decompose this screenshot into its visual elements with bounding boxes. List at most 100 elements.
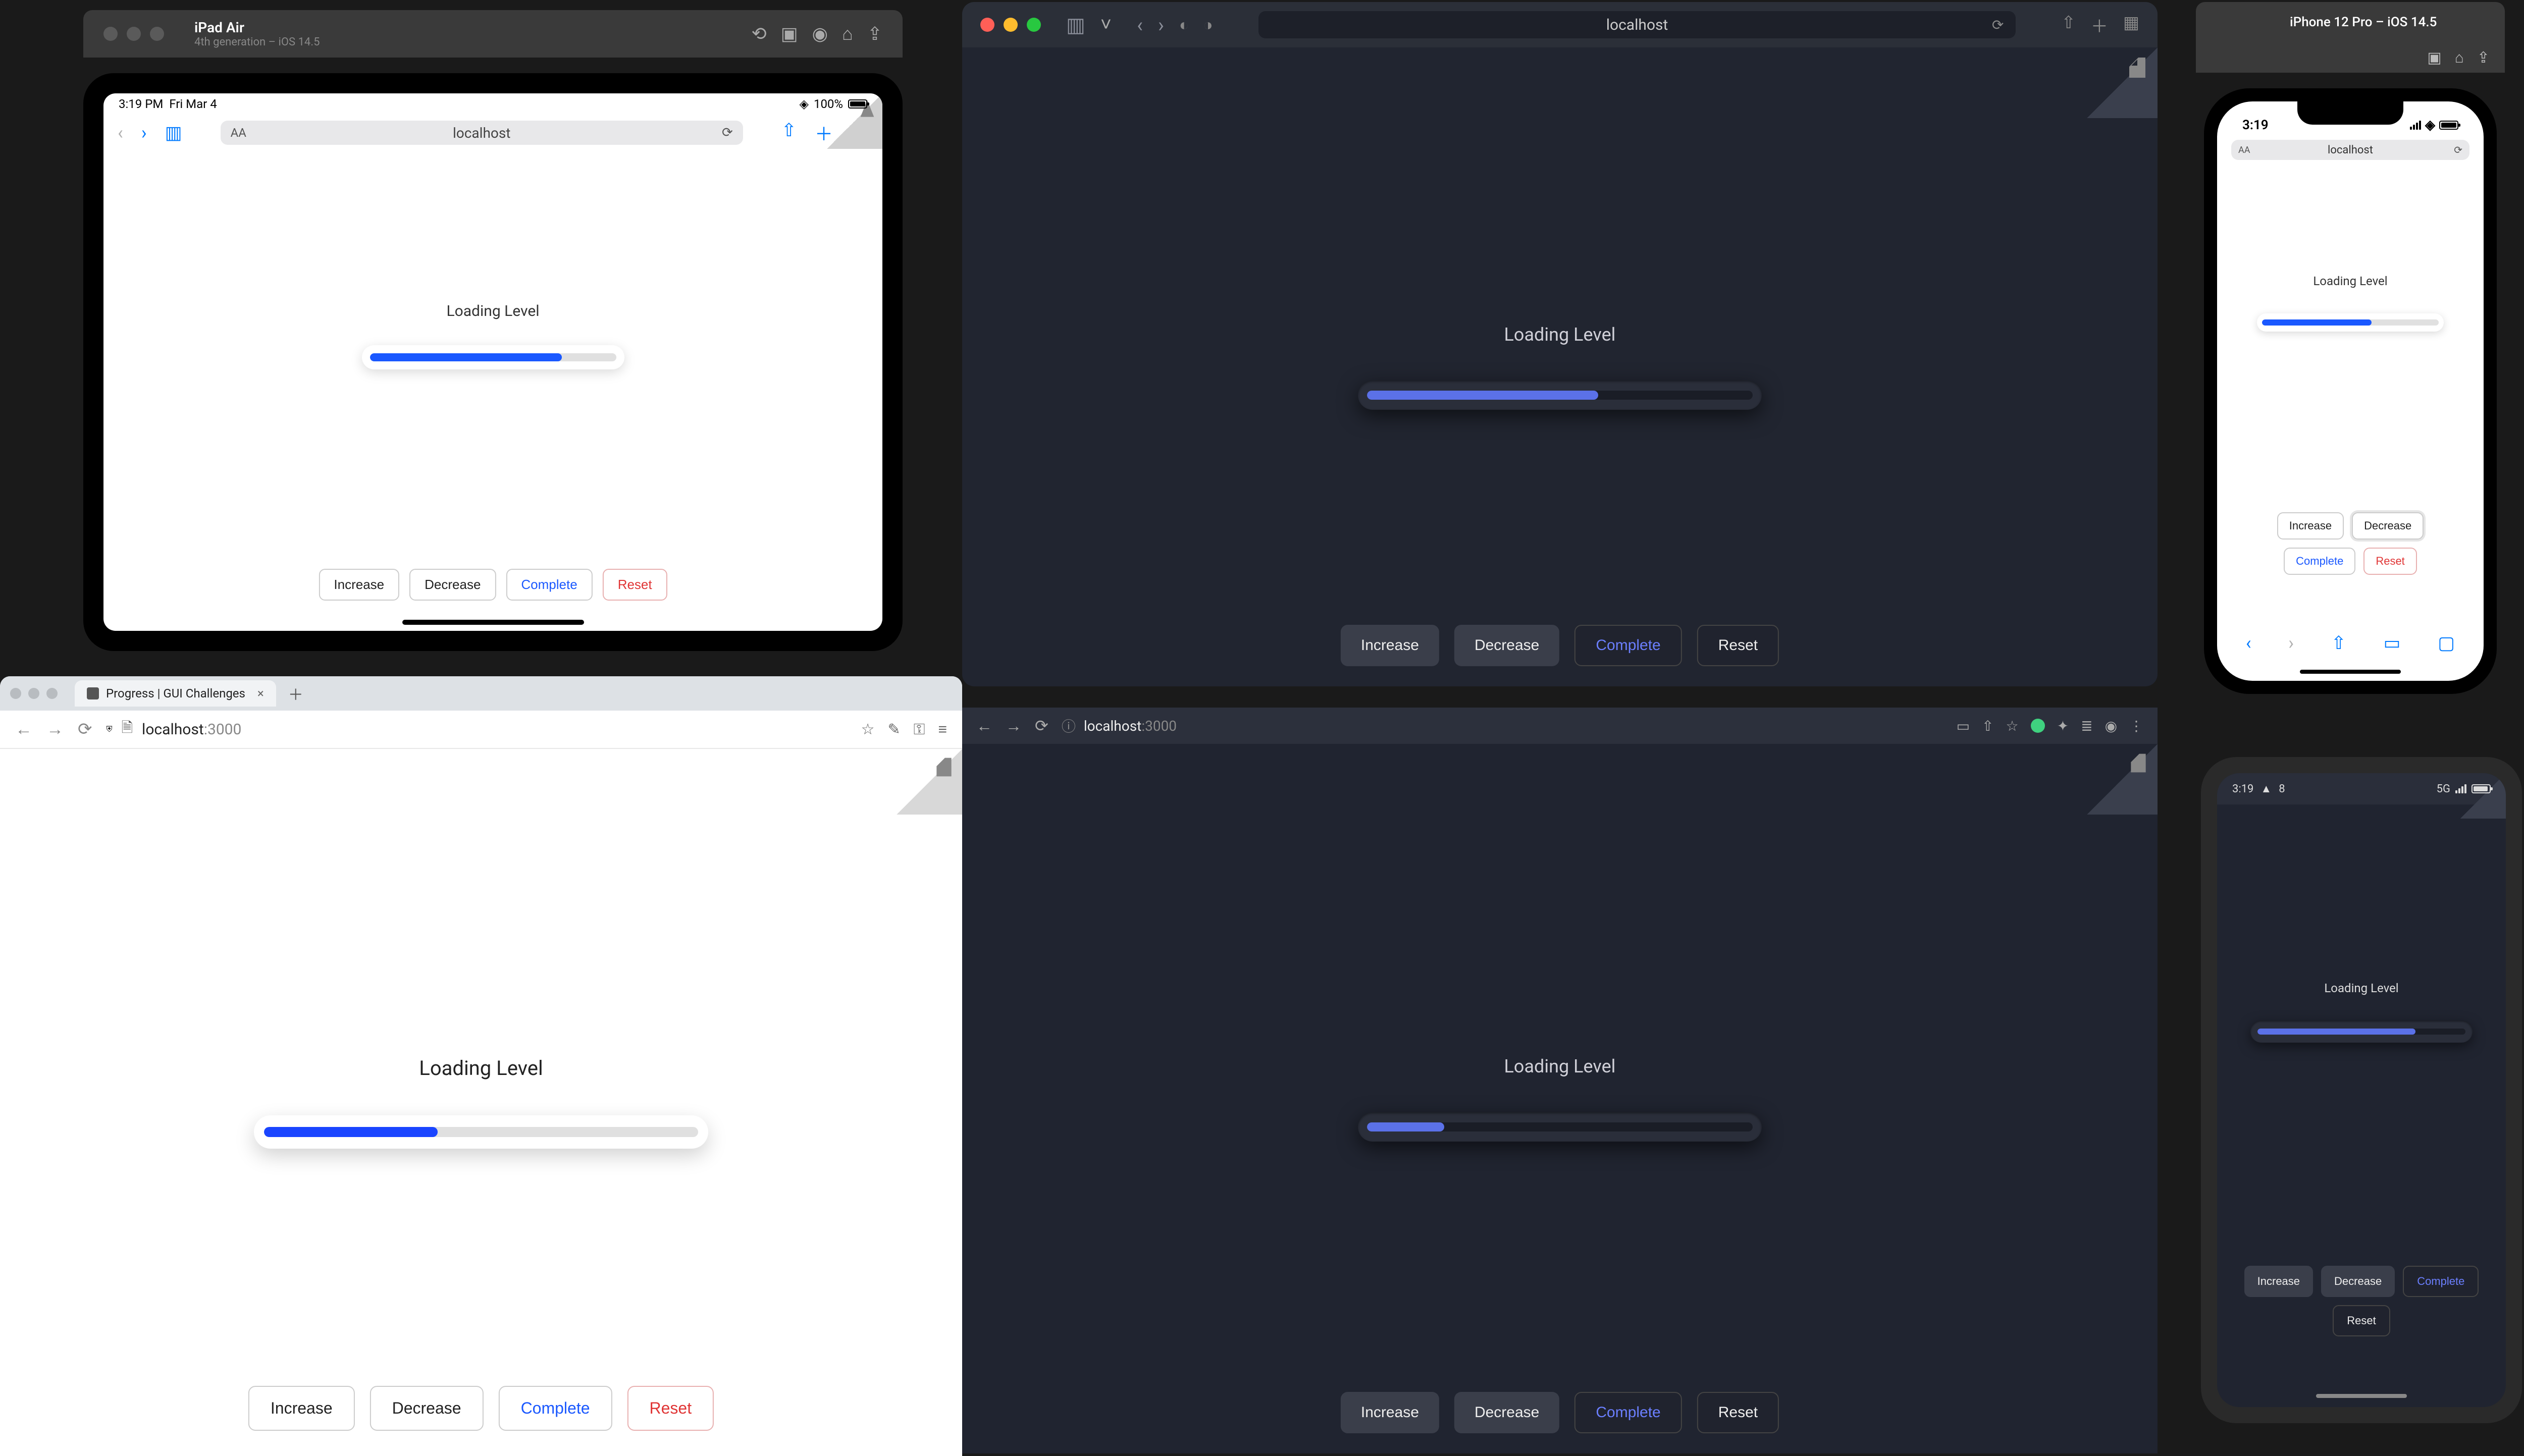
url-text: localhost [1606,16,1668,34]
decrease-button[interactable]: Decrease [370,1386,484,1431]
reset-button[interactable]: Reset [1697,625,1779,666]
aa-icon[interactable]: AA [231,126,246,140]
home-indicator[interactable] [2300,670,2401,674]
home-icon[interactable]: ⌂ [842,23,853,44]
decrease-button[interactable]: Decrease [2321,1266,2395,1297]
screen-icon[interactable]: ▭ [1957,718,1970,734]
address-bar[interactable]: localhost ⟳ [1258,11,2016,38]
tab-bar: Progress | GUI Challenges × ＋ [0,676,962,711]
share-icon[interactable]: ⇧ [2061,13,2076,37]
home-indicator[interactable] [402,620,584,625]
reload-icon[interactable]: ⟳ [2454,144,2462,156]
close-tab-icon[interactable]: × [257,686,264,700]
decrease-button[interactable]: Decrease [2352,512,2424,540]
address-bar[interactable]: AA localhost ⟳ [221,121,743,145]
address-bar[interactable]: AA localhost ⟳ [2231,140,2469,160]
increase-button[interactable]: Increase [2277,512,2344,540]
iphone-screen: 3:19 ◈ AA localhost ⟳ Loading Level Incr… [2217,101,2484,681]
safari-bottom-toolbar: ‹ › ⇧ ▭ ▢ [2217,625,2484,661]
extension-icon[interactable]: ✎ [888,721,901,738]
window-traffic-lights[interactable] [980,18,1041,32]
complete-button[interactable]: Complete [1574,625,1681,666]
reset-button[interactable]: Reset [2363,548,2416,575]
extension-a-icon[interactable] [2031,719,2045,733]
android-device-frame: 3:19 ▲ 8 5G Loading Level Increase Decre… [2201,757,2522,1423]
address-bar[interactable]: ⛨ 🗎 localhost:3000 [107,717,847,741]
star-icon[interactable]: ☆ [861,721,875,738]
progress-fill [370,353,562,361]
screenshot-icon[interactable]: ▣ [2427,49,2441,67]
list-icon[interactable]: ≣ [2081,718,2092,734]
forward-icon[interactable]: → [46,719,64,739]
browser-tab[interactable]: Progress | GUI Challenges × [75,680,276,707]
extensions-icon[interactable]: ✦ [2057,718,2069,734]
complete-button[interactable]: Complete [1574,1392,1681,1433]
record-icon[interactable]: ◉ [812,23,828,44]
complete-button[interactable]: Complete [506,569,592,601]
increase-button[interactable]: Increase [2244,1266,2313,1297]
share-icon[interactable]: ⇧ [1982,718,1993,734]
back-icon[interactable]: ← [15,719,32,739]
newtab-icon[interactable]: ＋ [2091,13,2108,37]
reset-button[interactable]: Reset [603,569,667,601]
rotate-icon[interactable]: ⇪ [867,23,882,44]
increase-button[interactable]: Increase [1341,625,1439,666]
window-traffic-lights[interactable] [10,688,58,699]
capture-icon[interactable]: ⟲ [751,23,766,44]
decrease-button[interactable]: Decrease [1454,1392,1559,1433]
menu-icon[interactable]: ≡ [938,721,947,738]
reset-button[interactable]: Reset [627,1386,714,1431]
increase-button[interactable]: Increase [248,1386,355,1431]
tabs-overview-icon[interactable]: ▦ [2123,13,2139,37]
complete-button[interactable]: Complete [2403,1266,2479,1297]
forward-icon[interactable]: › [1158,13,1164,37]
aa-icon[interactable]: AA [2238,145,2250,155]
reload-icon[interactable]: ⟳ [1992,17,2004,33]
loading-label: Loading Level [419,1056,543,1080]
reload-icon[interactable]: ⟳ [78,719,92,739]
control-buttons: Increase Decrease Complete Reset [1341,1392,1779,1433]
sidebar-icon[interactable]: ▥ [1066,13,1085,37]
forward-icon[interactable]: › [141,122,147,143]
bookmarks-icon[interactable]: ▭ [2383,632,2400,654]
complete-button[interactable]: Complete [2284,548,2355,575]
back-icon[interactable]: ← [976,716,992,735]
profile-icon[interactable]: ◉ [2105,718,2117,734]
progress-bar [1358,381,1762,410]
key-icon[interactable]: ⚿ [914,721,925,738]
reset-button[interactable]: Reset [2333,1305,2390,1336]
home-icon[interactable]: ⌂ [2455,49,2464,67]
star-icon[interactable]: ☆ [2006,718,2019,734]
page-content: Loading Level Increase Decrease Complete… [0,749,962,1456]
forward-icon[interactable]: → [1006,716,1022,735]
new-tab-button[interactable]: ＋ [288,682,303,705]
address-bar[interactable]: ⓘ localhost:3000 [1062,716,1943,736]
back-icon[interactable]: ‹ [118,122,123,143]
appearance-icon[interactable]: ◑ [1203,15,1213,34]
reload-icon[interactable]: ⟳ [722,125,733,140]
complete-button[interactable]: Complete [499,1386,612,1431]
increase-button[interactable]: Increase [319,569,399,601]
share-icon[interactable]: ⇧ [781,120,797,146]
shield-icon[interactable]: ⛨ [107,724,113,734]
window-traffic-lights[interactable] [2211,15,2270,29]
menu-icon[interactable]: ⋮ [2129,718,2143,734]
reset-button[interactable]: Reset [1697,1392,1779,1433]
increase-button[interactable]: Increase [1341,1392,1439,1433]
tabs-icon[interactable]: ▢ [2438,632,2455,654]
share-icon[interactable]: ⇧ [2331,632,2346,654]
sidebar-icon[interactable]: ▥ [165,122,182,143]
rotate-icon[interactable]: ⇪ [2477,49,2490,67]
shield-icon[interactable]: ◐ [1179,15,1189,34]
screenshot-icon[interactable]: ▣ [781,23,798,44]
reload-icon[interactable]: ⟳ [1035,716,1048,735]
window-traffic-lights[interactable] [103,27,164,41]
decrease-button[interactable]: Decrease [1454,625,1559,666]
forward-icon[interactable]: › [2288,632,2294,654]
back-icon[interactable]: ‹ [2246,632,2251,654]
nav-bar[interactable] [2316,1394,2407,1398]
chevron-down-icon[interactable]: ˅ [1100,14,1112,36]
back-icon[interactable]: ‹ [1137,13,1143,37]
decrease-button[interactable]: Decrease [409,569,496,601]
info-icon[interactable]: ⓘ [1062,716,1076,736]
